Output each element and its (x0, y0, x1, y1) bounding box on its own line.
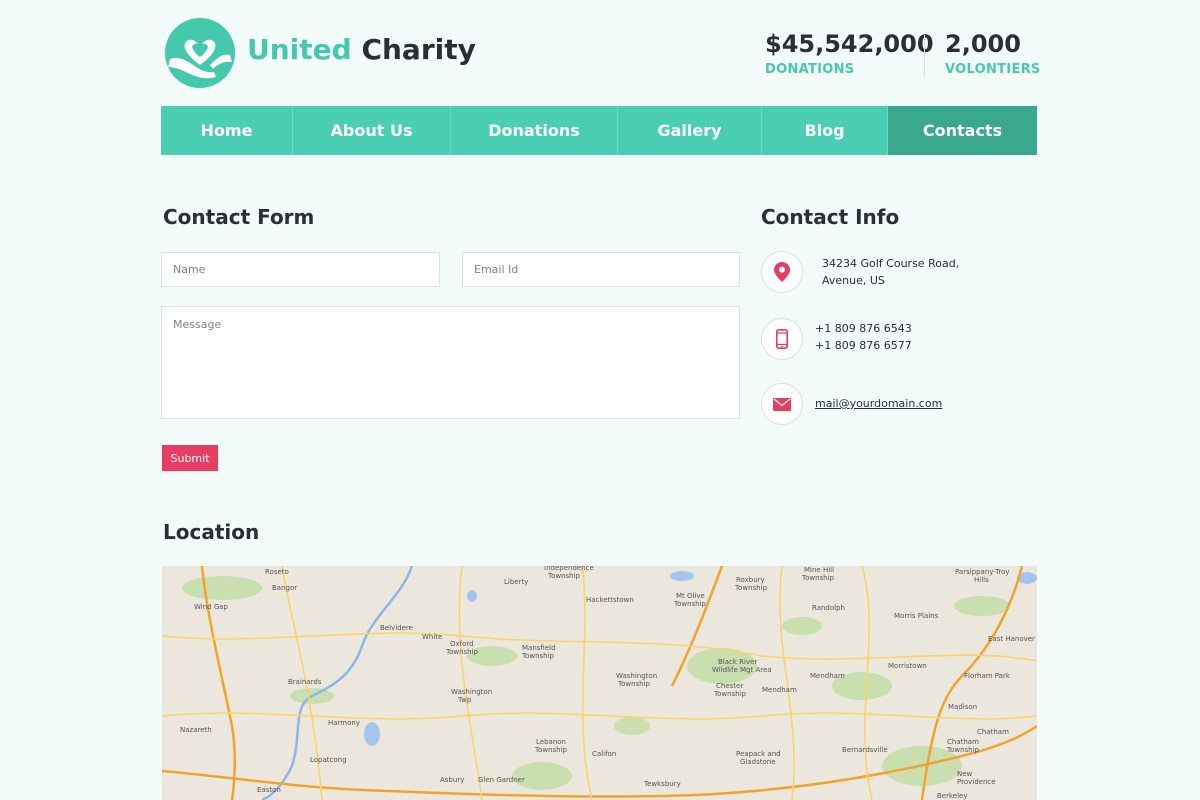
svg-text:Twp: Twp (457, 696, 472, 704)
site-title-second: Charity (361, 33, 476, 66)
address-line-2: Avenue, US (822, 274, 885, 287)
svg-text:Parsippany-Troy: Parsippany-Troy (955, 568, 1010, 576)
svg-text:Township: Township (617, 680, 651, 688)
svg-text:Tewksbury: Tewksbury (643, 780, 681, 788)
svg-text:Madison: Madison (948, 703, 977, 711)
nav-about-us[interactable]: About Us (293, 106, 451, 155)
svg-text:White: White (422, 633, 442, 641)
svg-text:Nazareth: Nazareth (180, 726, 212, 734)
heart-hands-logo-icon (165, 18, 235, 88)
email-icon-circle (761, 383, 803, 425)
map-pin-icon (774, 262, 790, 282)
svg-text:Roseto: Roseto (265, 568, 289, 576)
svg-text:Township: Township (445, 648, 479, 656)
svg-text:Mt Olive: Mt Olive (676, 592, 705, 600)
nav-donations[interactable]: Donations (451, 106, 618, 155)
svg-text:Mendham: Mendham (762, 686, 797, 694)
svg-text:New: New (957, 770, 973, 778)
nav-contacts[interactable]: Contacts (888, 106, 1037, 155)
svg-text:Bernardsville: Bernardsville (842, 746, 888, 754)
svg-text:Morristown: Morristown (888, 662, 927, 670)
email-link[interactable]: mail@yourdomain.com (815, 397, 942, 410)
svg-text:Easton: Easton (257, 786, 281, 794)
map-canvas: Roseto Bangor Wind Gap Nazareth Easton B… (162, 566, 1037, 800)
donations-stat: $45,542,000 DONATIONS (765, 30, 934, 77)
contact-form-title: Contact Form (163, 205, 315, 229)
svg-text:Township: Township (734, 584, 768, 592)
svg-text:Black River: Black River (718, 658, 757, 666)
svg-text:East Hanover: East Hanover (988, 635, 1035, 643)
svg-text:Roxbury: Roxbury (736, 576, 765, 584)
svg-text:Randolph: Randolph (812, 604, 845, 612)
phone-text: +1 809 876 6543 +1 809 876 6577 (815, 320, 912, 354)
nav-blog[interactable]: Blog (762, 106, 888, 155)
email-input[interactable] (462, 252, 740, 287)
svg-text:Township: Township (547, 572, 581, 580)
svg-text:Chatham: Chatham (977, 728, 1009, 736)
svg-text:Wind Gap: Wind Gap (194, 603, 229, 611)
svg-text:Wildlife Mgt Area: Wildlife Mgt Area (712, 666, 772, 674)
svg-text:Hackettstown: Hackettstown (586, 596, 634, 604)
location-map[interactable]: Roseto Bangor Wind Gap Nazareth Easton B… (162, 566, 1037, 800)
site-title[interactable]: United Charity (247, 33, 476, 66)
svg-text:Oxford: Oxford (450, 640, 474, 648)
volunteers-value: 2,000 (945, 30, 1021, 58)
stat-divider (924, 35, 925, 77)
email-text: mail@yourdomain.com (815, 395, 942, 412)
svg-text:Township: Township (801, 574, 835, 582)
message-textarea[interactable] (161, 306, 740, 419)
svg-text:Washington: Washington (616, 672, 657, 680)
svg-text:Township: Township (673, 600, 707, 608)
svg-text:Bangor: Bangor (272, 584, 297, 592)
mobile-phone-icon (776, 329, 788, 349)
map-river (261, 566, 414, 800)
svg-text:Harmony: Harmony (328, 719, 360, 727)
main-nav: Home About Us Donations Gallery Blog Con… (161, 106, 1037, 155)
volunteers-stat: 2,000 VOLONTIERS (945, 30, 1041, 77)
envelope-icon (773, 397, 791, 411)
svg-text:Brainards: Brainards (288, 678, 322, 686)
donations-value: $45,542,000 (765, 30, 934, 58)
nav-home[interactable]: Home (161, 106, 293, 155)
volunteers-label: VOLONTIERS (945, 62, 1041, 77)
svg-text:Mine Hill: Mine Hill (804, 566, 834, 574)
site-title-first: United (247, 33, 352, 66)
svg-text:Gladstone: Gladstone (740, 758, 776, 766)
svg-text:Mansfield: Mansfield (522, 644, 556, 652)
svg-text:Chatham: Chatham (947, 738, 979, 746)
location-title: Location (163, 520, 260, 544)
svg-text:Lopatcong: Lopatcong (310, 756, 347, 764)
svg-text:Florham Park: Florham Park (964, 672, 1011, 680)
svg-text:Township: Township (534, 746, 568, 754)
svg-text:Township: Township (946, 746, 980, 754)
svg-text:Glen Gardner: Glen Gardner (478, 776, 525, 784)
phone-icon-circle (761, 318, 803, 360)
phone-2[interactable]: +1 809 876 6577 (815, 337, 912, 354)
donations-label: DONATIONS (765, 62, 855, 77)
svg-text:Liberty: Liberty (504, 578, 528, 586)
svg-text:Belvidere: Belvidere (380, 624, 413, 632)
address-line-1: 34234 Golf Course Road, (822, 257, 960, 270)
svg-text:Morris Plains: Morris Plains (894, 612, 939, 620)
svg-text:Califon: Califon (592, 750, 616, 758)
svg-text:Berkeley: Berkeley (937, 792, 968, 800)
svg-text:Hills: Hills (974, 576, 989, 584)
svg-text:Township: Township (521, 652, 555, 660)
svg-text:Washington: Washington (451, 688, 492, 696)
svg-text:Asbury: Asbury (440, 776, 464, 784)
address-icon-circle (761, 251, 803, 293)
svg-text:Lebanon: Lebanon (536, 738, 566, 746)
submit-button[interactable]: Submit (162, 445, 218, 471)
svg-text:Township: Township (713, 690, 747, 698)
name-input[interactable] (161, 252, 440, 287)
phone-1[interactable]: +1 809 876 6543 (815, 320, 912, 337)
address-text: 34234 Golf Course Road, Avenue, US (822, 255, 959, 289)
logo[interactable] (162, 17, 238, 88)
svg-text:Mendham: Mendham (810, 672, 845, 680)
svg-text:Providence: Providence (957, 778, 996, 786)
nav-gallery[interactable]: Gallery (618, 106, 762, 155)
svg-text:Peapack and: Peapack and (736, 750, 781, 758)
contact-info-title: Contact Info (761, 205, 900, 229)
svg-text:Chester: Chester (716, 682, 743, 690)
